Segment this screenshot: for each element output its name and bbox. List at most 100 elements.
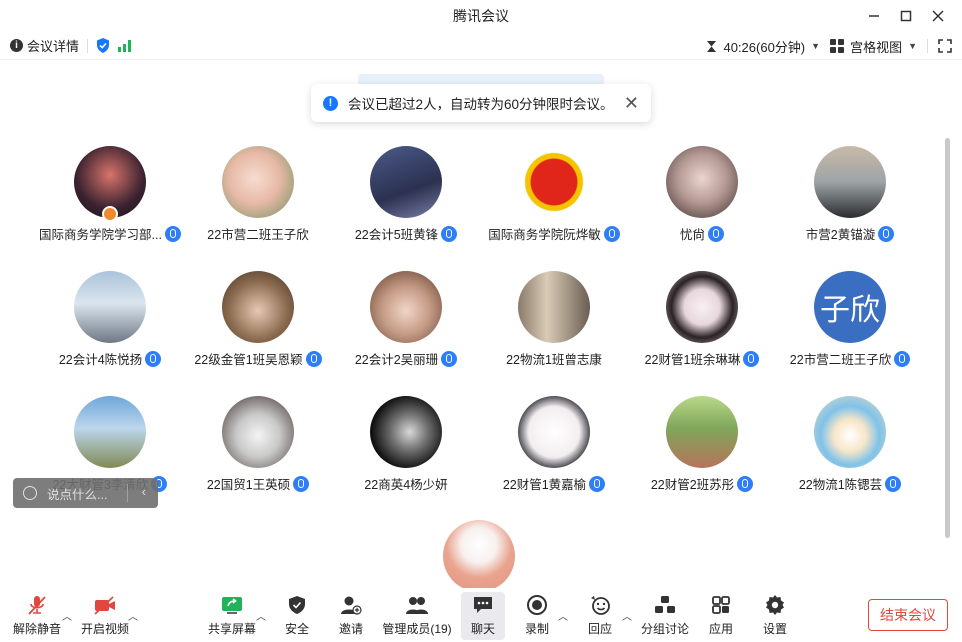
emoji-icon[interactable] (23, 486, 37, 500)
chat-button[interactable]: 聊天 (461, 592, 505, 640)
participant-tile[interactable]: 市营2黄锚漩 (776, 146, 924, 256)
view-mode-selector[interactable]: 宫格视图 ▼ (830, 37, 917, 56)
window-controls (858, 0, 954, 32)
gear-icon (766, 595, 784, 615)
participant-name: 22财管1黄嘉榆 (502, 478, 587, 492)
microphone-icon (441, 225, 458, 242)
participant-tile[interactable]: 22会计4陈悦扬 (36, 271, 184, 381)
avatar: 子欣 (814, 271, 886, 343)
participant-tile[interactable]: 忧尙 (628, 146, 776, 256)
participant-name: 22国贸1王英硕 (206, 478, 291, 492)
notice-text: 会议已超过2人，自动转为60分钟限时会议。 (348, 97, 614, 112)
participant-name: 忧尙 (679, 228, 705, 242)
microphone-icon (145, 350, 162, 367)
close-button[interactable] (922, 0, 954, 32)
meeting-timer[interactable]: 40:26(60分钟) ▼ (706, 37, 820, 56)
avatar (74, 271, 146, 343)
avatar (814, 146, 886, 218)
avatar (74, 396, 146, 468)
minimize-button[interactable] (858, 0, 890, 32)
end-meeting-button[interactable]: 结束会议 (868, 599, 948, 631)
participant-tile[interactable]: 22市营二班王子欣 (184, 146, 332, 256)
settings-button[interactable]: 设置 (760, 592, 790, 640)
participant-name: 22级金管1班吴恩颖 (194, 353, 303, 367)
breakout-icon (655, 596, 675, 613)
participant-tile[interactable]: 22物流1陈锶芸 (776, 396, 924, 506)
chevron-up-icon[interactable]: ︿ (558, 608, 568, 623)
close-icon (932, 10, 944, 22)
chevron-up-icon[interactable]: ︿ (256, 608, 266, 623)
view-mode-label: 宫格视图 (850, 39, 903, 55)
participant-name: 22物流1班曾志康 (506, 353, 602, 367)
participant-tile[interactable]: 22财管1班余琳琳 (628, 271, 776, 381)
network-signal-icon[interactable] (118, 39, 132, 52)
hourglass-icon (707, 40, 717, 52)
microphone-icon (164, 225, 181, 242)
breakout-rooms-button[interactable]: 分组讨论 (641, 592, 690, 640)
participant-grid: 国际商务学院学习部... 22市营二班王子欣 22会计5班黄锋 国际商务学院阮烨… (36, 146, 924, 506)
chevron-up-icon[interactable]: ︿ (128, 608, 138, 623)
chevron-up-icon[interactable]: ︿ (62, 608, 72, 623)
avatar[interactable] (443, 520, 515, 592)
breakout-label: 分组讨论 (641, 622, 690, 636)
video-off-icon (94, 596, 115, 615)
security-label: 安全 (284, 622, 309, 636)
apps-label: 应用 (708, 622, 733, 636)
participant-name: 22财管1班余琳琳 (644, 353, 741, 367)
chevron-left-icon[interactable]: ‹ (142, 484, 146, 499)
unmute-button[interactable]: 解除静音 (13, 592, 61, 640)
scrollbar[interactable] (945, 138, 950, 538)
reaction-icon (591, 596, 610, 615)
share-screen-button[interactable]: 共享屏幕 (208, 592, 257, 640)
participant-tile[interactable]: 22商英4杨少妍 (332, 396, 480, 506)
participant-tile[interactable]: 22国贸1王英硕 (184, 396, 332, 506)
microphone-icon (737, 475, 754, 492)
reactions-label: 回应 (587, 622, 612, 636)
maximize-button[interactable] (890, 0, 922, 32)
microphone-icon (441, 350, 458, 367)
minimize-icon (869, 15, 879, 17)
members-icon (406, 597, 428, 614)
info-icon: i (10, 39, 23, 52)
shield-icon[interactable] (96, 38, 110, 53)
avatar (666, 146, 738, 218)
share-screen-label: 共享屏幕 (208, 622, 257, 636)
microphone-icon (708, 225, 724, 242)
participant-name: 22市营二班王子欣 (207, 228, 309, 242)
grid-view-icon (830, 39, 845, 53)
participant-name: 22财管2班苏彤 (650, 478, 735, 492)
participant-tile[interactable]: 22财管1黄嘉榆 (480, 396, 628, 506)
participant-tile[interactable]: 22物流1班曾志康 (480, 271, 628, 381)
shield-icon (289, 596, 305, 614)
record-button[interactable]: 录制 (522, 592, 552, 640)
participant-tile[interactable]: 22财管2班苏彤 (628, 396, 776, 506)
participant-tile[interactable]: 22会计5班黄锋 (332, 146, 480, 256)
security-button[interactable]: 安全 (282, 592, 312, 640)
meeting-details-button[interactable]: i 会议详情 (10, 36, 79, 55)
chat-input[interactable]: 说点什么... ‹ (13, 478, 158, 508)
avatar (222, 396, 294, 468)
participant-tile[interactable]: 22会计2吴丽珊 (332, 271, 480, 381)
record-label: 录制 (524, 622, 549, 636)
avatar (370, 146, 442, 218)
invite-button[interactable]: 邀请 (336, 592, 366, 640)
participant-tile[interactable]: 22级金管1班吴恩颖 (184, 271, 332, 381)
divider (127, 484, 128, 502)
chevron-up-icon[interactable]: ︿ (622, 608, 632, 623)
info-icon: ! (323, 95, 338, 111)
avatar (814, 396, 886, 468)
manage-members-label: 管理成员(19) (382, 622, 452, 636)
fullscreen-icon[interactable] (938, 39, 952, 53)
participant-tile[interactable]: 国际商务学院阮烨敏 (480, 146, 628, 256)
avatar (518, 271, 590, 343)
microphone-icon (305, 350, 322, 367)
participant-tile[interactable]: 子欣 22市营二班王子欣 (776, 271, 924, 381)
microphone-icon (589, 475, 606, 492)
apps-button[interactable]: 应用 (706, 592, 736, 640)
participant-tile[interactable]: 国际商务学院学习部... (36, 146, 184, 256)
start-video-button[interactable]: 开启视频 (81, 592, 130, 640)
close-icon[interactable]: ✕ (624, 93, 639, 114)
start-video-label: 开启视频 (81, 622, 130, 636)
reactions-button[interactable]: 回应 (585, 592, 615, 640)
manage-members-button[interactable]: 管理成员(19) (382, 592, 452, 640)
